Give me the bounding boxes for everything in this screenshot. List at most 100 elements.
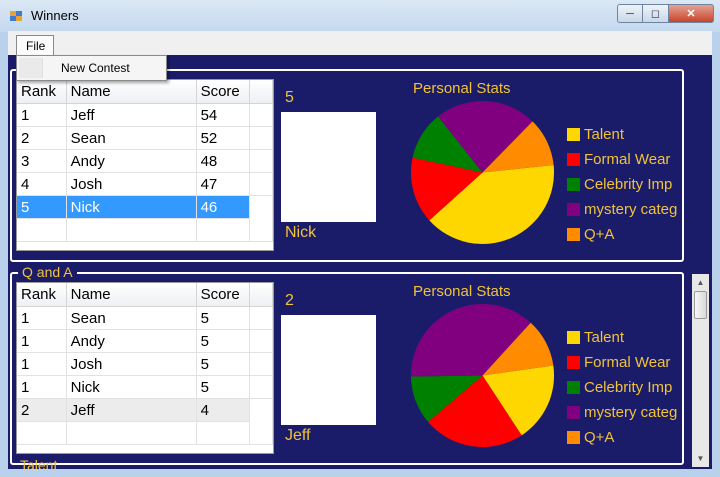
cell-name xyxy=(67,422,197,445)
table-row[interactable]: 2 Jeff 4 xyxy=(17,399,273,422)
cell-name xyxy=(67,219,197,242)
cell-filler xyxy=(250,219,273,242)
column-header-rank[interactable]: Rank xyxy=(17,80,67,104)
legend-swatch xyxy=(567,356,580,369)
cell-score: 5 xyxy=(197,330,251,353)
legend-label: Q+A xyxy=(584,226,615,243)
table-row[interactable]: 1 Andy 5 xyxy=(17,330,273,353)
minimize-button[interactable]: ─ xyxy=(617,4,643,23)
caption-buttons: ─ ◻ ✕ xyxy=(617,4,714,24)
close-icon: ✕ xyxy=(686,8,696,20)
column-header-score[interactable]: Score xyxy=(197,80,251,104)
legend-swatch xyxy=(567,178,580,191)
cell-filler xyxy=(250,376,273,399)
column-header-score[interactable]: Score xyxy=(197,283,251,307)
cell-score: 5 xyxy=(197,353,251,376)
cell-name: Andy xyxy=(67,330,197,353)
selected-rank: 5 xyxy=(285,89,294,106)
selected-name: Nick xyxy=(285,224,317,241)
cell-name: Josh xyxy=(67,353,197,376)
legend-item: Formal Wear xyxy=(567,350,684,375)
cell-score: 4 xyxy=(197,399,251,422)
vertical-scrollbar[interactable]: ▲ ▼ xyxy=(692,274,709,467)
column-header-name[interactable]: Name xyxy=(67,283,197,307)
app-icon xyxy=(10,11,22,21)
cell-score: 46 xyxy=(197,196,251,219)
cell-score xyxy=(197,219,251,242)
table-row[interactable]: 3 Andy 48 xyxy=(17,150,273,173)
group-title: Q and A xyxy=(18,264,77,280)
app-window: Winners ─ ◻ ✕ File New Contest Rank Name S… xyxy=(0,0,720,477)
table-row[interactable]: 1 Sean 5 xyxy=(17,307,273,330)
legend-item: Formal Wear xyxy=(567,147,684,172)
legend-swatch xyxy=(567,203,580,216)
scroll-up-icon[interactable]: ▲ xyxy=(692,274,709,291)
cell-rank: 4 xyxy=(17,173,67,196)
legend-label: mystery categ xyxy=(584,201,678,218)
table-row[interactable]: 4 Josh 47 xyxy=(17,173,273,196)
cell-name: Josh xyxy=(67,173,197,196)
legend-label: Celebrity Imp xyxy=(584,176,673,193)
legend-item: Talent xyxy=(567,122,684,147)
cell-name: Nick xyxy=(67,196,197,219)
table-row[interactable] xyxy=(17,422,273,445)
contestant-photo xyxy=(281,112,376,222)
cell-name: Nick xyxy=(67,376,197,399)
cell-rank: 1 xyxy=(17,307,67,330)
cell-rank: 1 xyxy=(17,104,67,127)
window-title: Winners xyxy=(31,8,79,23)
column-header-name[interactable]: Name xyxy=(67,80,197,104)
cell-filler xyxy=(250,173,273,196)
column-header-rank[interactable]: Rank xyxy=(17,283,67,307)
legend-label: Talent xyxy=(584,329,625,346)
table-row[interactable]: 1 Nick 5 xyxy=(17,376,273,399)
cell-rank: 5 xyxy=(17,196,67,219)
minimize-icon: ─ xyxy=(626,7,634,20)
legend-swatch xyxy=(567,431,580,444)
legend-label: Formal Wear xyxy=(584,354,671,371)
legend-swatch xyxy=(567,153,580,166)
stats-pie-chart xyxy=(410,100,555,245)
cell-name: Sean xyxy=(67,307,197,330)
table-row[interactable]: 5 Nick 46 xyxy=(17,196,273,219)
cell-rank: 1 xyxy=(17,376,67,399)
legend-item: Celebrity Imp xyxy=(567,375,684,400)
scroll-thumb[interactable] xyxy=(694,291,707,319)
legend-label: Celebrity Imp xyxy=(584,379,673,396)
cell-score: 52 xyxy=(197,127,251,150)
maximize-button[interactable]: ◻ xyxy=(643,4,669,23)
selected-name: Jeff xyxy=(285,427,311,444)
cell-rank: 1 xyxy=(17,353,67,376)
column-header-filler xyxy=(250,283,273,307)
menu-file[interactable]: File xyxy=(16,35,54,56)
cell-filler xyxy=(250,196,273,219)
table-row[interactable] xyxy=(17,219,273,242)
cell-filler xyxy=(250,353,273,376)
cell-score xyxy=(197,422,251,445)
cell-rank xyxy=(17,219,67,242)
cell-name: Jeff xyxy=(67,399,197,422)
stats-pie-chart xyxy=(410,303,555,448)
scroll-down-icon[interactable]: ▼ xyxy=(692,450,709,467)
group-box: Q and A Rank Name Score 1 Sean 5 1 Andy 5 1 Josh 5 1 N… xyxy=(10,264,684,465)
cell-score: 5 xyxy=(197,307,251,330)
legend-swatch xyxy=(567,331,580,344)
cell-score: 47 xyxy=(197,173,251,196)
cell-score: 48 xyxy=(197,150,251,173)
legend-item: mystery categ xyxy=(567,400,684,425)
selected-rank: 2 xyxy=(285,292,294,309)
menu-item-new-contest[interactable]: New Contest xyxy=(61,61,130,75)
close-button[interactable]: ✕ xyxy=(669,4,714,23)
client-area: File New Contest Rank Name Score 1 Jeff 54 2 Se… xyxy=(8,31,712,469)
cell-filler xyxy=(250,127,273,150)
legend-label: Formal Wear xyxy=(584,151,671,168)
scores-table[interactable]: Rank Name Score 1 Jeff 54 2 Sean 52 3 Andy 48 4 Josh 4… xyxy=(16,79,274,251)
table-row[interactable]: 1 Jeff 54 xyxy=(17,104,273,127)
table-row[interactable]: 2 Sean 52 xyxy=(17,127,273,150)
table-row[interactable]: 1 Josh 5 xyxy=(17,353,273,376)
scores-table[interactable]: Rank Name Score 1 Sean 5 1 Andy 5 1 Josh 5 1 Nick 5 2 Je… xyxy=(16,282,274,454)
column-header-filler xyxy=(250,80,273,104)
pie-legend: Talent Formal Wear Celebrity Imp mystery ca… xyxy=(567,325,684,450)
table-header: Rank Name Score xyxy=(17,80,273,104)
cell-rank: 2 xyxy=(17,127,67,150)
